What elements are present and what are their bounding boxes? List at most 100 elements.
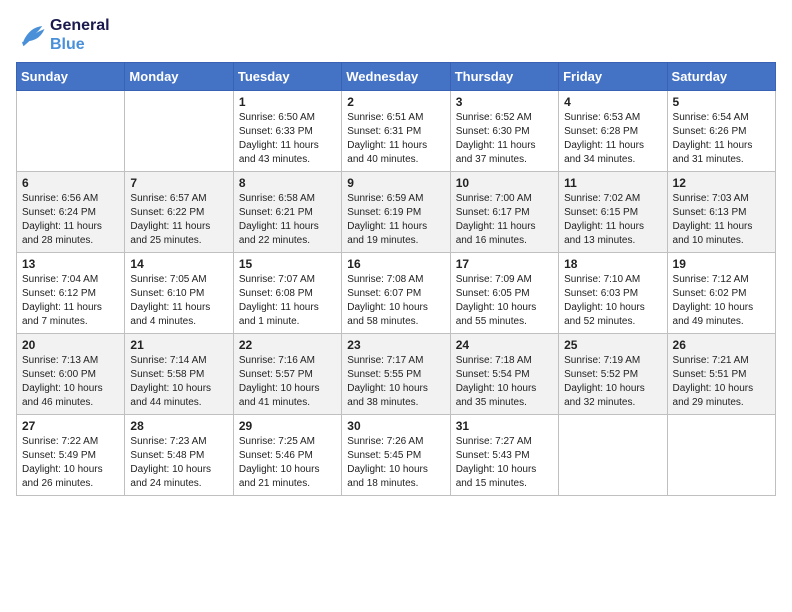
day-cell: 16 Sunrise: 7:08 AMSunset: 6:07 PMDayligh…: [342, 253, 450, 334]
day-info: Sunrise: 7:16 AMSunset: 5:57 PMDaylight:…: [239, 354, 336, 410]
day-cell: 27 Sunrise: 7:22 AMSunset: 5:49 PMDayligh…: [17, 415, 125, 496]
day-cell: 9Sunrise: 6:59 AMSunset: 6:19 PMDaylight…: [342, 172, 450, 253]
day-info: Sunrise: 6:58 AMSunset: 6:21 PMDaylight:…: [239, 192, 336, 248]
day-cell: 12 Sunrise: 7:03 AMSunset: 6:13 PMDayligh…: [667, 172, 775, 253]
col-header-wednesday: Wednesday: [342, 63, 450, 91]
day-number: 15: [239, 257, 336, 271]
day-info: Sunrise: 7:13 AMSunset: 6:00 PMDaylight:…: [22, 354, 119, 410]
day-info: Sunrise: 7:08 AMSunset: 6:07 PMDaylight:…: [347, 273, 444, 329]
col-header-friday: Friday: [559, 63, 667, 91]
day-info: Sunrise: 7:07 AMSunset: 6:08 PMDaylight:…: [239, 273, 336, 329]
day-number: 6: [22, 176, 119, 190]
col-header-monday: Monday: [125, 63, 233, 91]
day-info: Sunrise: 7:21 AMSunset: 5:51 PMDaylight:…: [673, 354, 770, 410]
page-header: General Blue: [16, 16, 776, 54]
day-number: 28: [130, 419, 227, 433]
day-cell: [17, 91, 125, 172]
day-number: 8: [239, 176, 336, 190]
day-info: Sunrise: 7:25 AMSunset: 5:46 PMDaylight:…: [239, 435, 336, 491]
day-cell: 31 Sunrise: 7:27 AMSunset: 5:43 PMDayligh…: [450, 415, 558, 496]
day-cell: [667, 415, 775, 496]
day-info: Sunrise: 7:17 AMSunset: 5:55 PMDaylight:…: [347, 354, 444, 410]
day-cell: 23 Sunrise: 7:17 AMSunset: 5:55 PMDayligh…: [342, 334, 450, 415]
day-info: Sunrise: 7:05 AMSunset: 6:10 PMDaylight:…: [130, 273, 227, 329]
day-cell: 11 Sunrise: 7:02 AMSunset: 6:15 PMDayligh…: [559, 172, 667, 253]
day-cell: 4 Sunrise: 6:53 AMSunset: 6:28 PMDaylight…: [559, 91, 667, 172]
day-number: 10: [456, 176, 553, 190]
day-info: Sunrise: 6:52 AMSunset: 6:30 PMDaylight:…: [456, 111, 553, 167]
col-header-thursday: Thursday: [450, 63, 558, 91]
day-info: Sunrise: 7:22 AMSunset: 5:49 PMDaylight:…: [22, 435, 119, 491]
day-cell: 25 Sunrise: 7:19 AMSunset: 5:52 PMDayligh…: [559, 334, 667, 415]
week-row-4: 20 Sunrise: 7:13 AMSunset: 6:00 PMDayligh…: [17, 334, 776, 415]
day-number: 5: [673, 95, 770, 109]
day-info: Sunrise: 7:03 AMSunset: 6:13 PMDaylight:…: [673, 192, 770, 248]
day-number: 16: [347, 257, 444, 271]
day-number: 18: [564, 257, 661, 271]
week-row-3: 13Sunrise: 7:04 AMSunset: 6:12 PMDayligh…: [17, 253, 776, 334]
day-cell: 8 Sunrise: 6:58 AMSunset: 6:21 PMDaylight…: [233, 172, 341, 253]
day-number: 23: [347, 338, 444, 352]
day-info: Sunrise: 6:51 AMSunset: 6:31 PMDaylight:…: [347, 111, 444, 167]
day-number: 27: [22, 419, 119, 433]
day-cell: 29 Sunrise: 7:25 AMSunset: 5:46 PMDayligh…: [233, 415, 341, 496]
day-info: Sunrise: 7:09 AMSunset: 6:05 PMDaylight:…: [456, 273, 553, 329]
day-cell: 20 Sunrise: 7:13 AMSunset: 6:00 PMDayligh…: [17, 334, 125, 415]
day-cell: 30Sunrise: 7:26 AMSunset: 5:45 PMDayligh…: [342, 415, 450, 496]
logo: General Blue: [16, 16, 110, 54]
day-number: 22: [239, 338, 336, 352]
day-cell: 18 Sunrise: 7:10 AMSunset: 6:03 PMDayligh…: [559, 253, 667, 334]
day-number: 29: [239, 419, 336, 433]
day-cell: 21 Sunrise: 7:14 AMSunset: 5:58 PMDayligh…: [125, 334, 233, 415]
day-cell: [559, 415, 667, 496]
day-info: Sunrise: 6:50 AMSunset: 6:33 PMDaylight:…: [239, 111, 336, 167]
day-info: Sunrise: 7:14 AMSunset: 5:58 PMDaylight:…: [130, 354, 227, 410]
week-row-2: 6 Sunrise: 6:56 AMSunset: 6:24 PMDaylight…: [17, 172, 776, 253]
day-info: Sunrise: 7:23 AMSunset: 5:48 PMDaylight:…: [130, 435, 227, 491]
day-number: 12: [673, 176, 770, 190]
day-info: Sunrise: 7:26 AMSunset: 5:45 PMDaylight:…: [347, 435, 444, 491]
day-number: 11: [564, 176, 661, 190]
day-cell: 5 Sunrise: 6:54 AMSunset: 6:26 PMDaylight…: [667, 91, 775, 172]
day-number: 17: [456, 257, 553, 271]
day-number: 3: [456, 95, 553, 109]
day-cell: 2 Sunrise: 6:51 AMSunset: 6:31 PMDaylight…: [342, 91, 450, 172]
day-cell: 7 Sunrise: 6:57 AMSunset: 6:22 PMDaylight…: [125, 172, 233, 253]
day-number: 14: [130, 257, 227, 271]
day-number: 26: [673, 338, 770, 352]
day-number: 21: [130, 338, 227, 352]
day-number: 25: [564, 338, 661, 352]
day-number: 4: [564, 95, 661, 109]
day-number: 24: [456, 338, 553, 352]
day-cell: 13Sunrise: 7:04 AMSunset: 6:12 PMDayligh…: [17, 253, 125, 334]
day-info: Sunrise: 7:04 AMSunset: 6:12 PMDaylight:…: [22, 273, 119, 329]
day-cell: 19Sunrise: 7:12 AMSunset: 6:02 PMDayligh…: [667, 253, 775, 334]
day-info: Sunrise: 6:56 AMSunset: 6:24 PMDaylight:…: [22, 192, 119, 248]
day-info: Sunrise: 6:57 AMSunset: 6:22 PMDaylight:…: [130, 192, 227, 248]
day-cell: 14 Sunrise: 7:05 AMSunset: 6:10 PMDayligh…: [125, 253, 233, 334]
col-header-sunday: Sunday: [17, 63, 125, 91]
logo-icon: [16, 20, 46, 50]
day-cell: 15 Sunrise: 7:07 AMSunset: 6:08 PMDayligh…: [233, 253, 341, 334]
day-cell: 26 Sunrise: 7:21 AMSunset: 5:51 PMDayligh…: [667, 334, 775, 415]
week-row-5: 27 Sunrise: 7:22 AMSunset: 5:49 PMDayligh…: [17, 415, 776, 496]
day-info: Sunrise: 7:10 AMSunset: 6:03 PMDaylight:…: [564, 273, 661, 329]
day-number: 2: [347, 95, 444, 109]
day-info: Sunrise: 7:02 AMSunset: 6:15 PMDaylight:…: [564, 192, 661, 248]
day-info: Sunrise: 6:53 AMSunset: 6:28 PMDaylight:…: [564, 111, 661, 167]
day-cell: 22 Sunrise: 7:16 AMSunset: 5:57 PMDayligh…: [233, 334, 341, 415]
day-cell: 1Sunrise: 6:50 AMSunset: 6:33 PMDaylight…: [233, 91, 341, 172]
day-info: Sunrise: 7:27 AMSunset: 5:43 PMDaylight:…: [456, 435, 553, 491]
week-row-1: 1Sunrise: 6:50 AMSunset: 6:33 PMDaylight…: [17, 91, 776, 172]
day-cell: 17 Sunrise: 7:09 AMSunset: 6:05 PMDayligh…: [450, 253, 558, 334]
day-info: Sunrise: 7:19 AMSunset: 5:52 PMDaylight:…: [564, 354, 661, 410]
day-number: 20: [22, 338, 119, 352]
day-info: Sunrise: 7:00 AMSunset: 6:17 PMDaylight:…: [456, 192, 553, 248]
day-info: Sunrise: 6:54 AMSunset: 6:26 PMDaylight:…: [673, 111, 770, 167]
logo-text: General Blue: [50, 16, 110, 54]
day-cell: 28 Sunrise: 7:23 AMSunset: 5:48 PMDayligh…: [125, 415, 233, 496]
day-cell: 10 Sunrise: 7:00 AMSunset: 6:17 PMDayligh…: [450, 172, 558, 253]
day-cell: 6 Sunrise: 6:56 AMSunset: 6:24 PMDaylight…: [17, 172, 125, 253]
day-number: 31: [456, 419, 553, 433]
day-number: 7: [130, 176, 227, 190]
